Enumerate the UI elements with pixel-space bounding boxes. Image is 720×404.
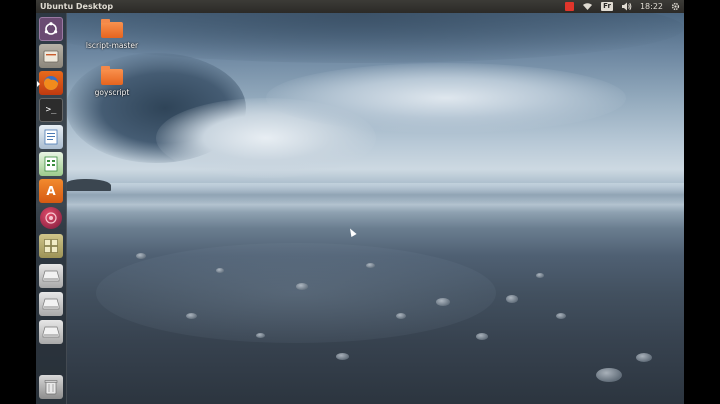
session-menu[interactable] [671, 0, 680, 13]
launcher-item-workspace-switcher[interactable] [39, 234, 63, 258]
keyboard-layout-label: Fr [601, 2, 613, 11]
drive-icon [42, 298, 60, 310]
help-icon [45, 212, 57, 224]
launcher-item-writer[interactable] [39, 125, 63, 149]
pebble [396, 313, 406, 319]
system-tray: Fr 18:22 [565, 0, 680, 13]
desktop-icon-label: lscript-master [85, 41, 139, 50]
launcher-item-drive-1[interactable] [39, 264, 63, 288]
gear-icon [671, 2, 680, 11]
terminal-icon: >_ [45, 105, 57, 115]
network-indicator[interactable] [582, 0, 593, 13]
launcher-item-calc[interactable] [39, 152, 63, 176]
desktop-icon-lscript-master[interactable]: lscript-master [80, 19, 144, 50]
pebble [596, 368, 622, 382]
clock-label: 18:22 [639, 2, 663, 11]
right-letterbox [684, 0, 720, 404]
folder-icon [101, 19, 123, 38]
pebble [366, 263, 375, 268]
pebble [556, 313, 566, 319]
window-title: Ubuntu Desktop [40, 2, 114, 11]
drive-icon [42, 270, 60, 282]
pebble [256, 333, 265, 338]
trash-icon [44, 380, 58, 395]
pebble [536, 273, 544, 278]
launcher-item-software-center[interactable]: A [39, 179, 63, 203]
pebble [186, 313, 197, 319]
running-indicator [37, 81, 40, 87]
speaker-icon [621, 2, 632, 11]
sea-horizon [36, 183, 684, 203]
keyboard-layout-indicator[interactable]: Fr [601, 0, 613, 13]
cloud [266, 63, 626, 133]
pebble [506, 295, 518, 303]
red-indicator-icon [565, 2, 575, 11]
calc-icon [44, 156, 58, 172]
clock-indicator[interactable]: 18:22 [640, 0, 663, 13]
left-letterbox [0, 0, 36, 404]
rock-headland [66, 179, 111, 191]
pebble [636, 353, 652, 362]
writer-icon [44, 129, 58, 145]
sound-indicator[interactable] [621, 0, 632, 13]
pebble [436, 298, 450, 306]
launcher-item-terminal[interactable]: >_ [39, 98, 63, 122]
pebble [476, 333, 488, 340]
software-center-icon: A [46, 184, 56, 198]
launcher-item-trash[interactable] [39, 375, 63, 399]
desktop-background[interactable]: lscript-master goyscript [36, 13, 684, 404]
unity-launcher: >_ A [36, 13, 67, 404]
drive-icon [42, 326, 60, 338]
desktop-icon-goyscript[interactable]: goyscript [80, 66, 144, 97]
pebble [216, 268, 224, 273]
notification-indicator[interactable] [565, 0, 575, 13]
launcher-item-dash[interactable] [39, 17, 63, 41]
launcher-item-drive-2[interactable] [39, 292, 63, 316]
pebble [136, 253, 146, 259]
launcher-item-help[interactable] [40, 207, 62, 229]
folder-icon [101, 66, 123, 85]
launcher-item-drive-3[interactable] [39, 320, 63, 344]
wet-sand-reflection [96, 243, 496, 343]
firefox-icon [44, 76, 58, 90]
launcher-item-firefox[interactable] [37, 71, 63, 95]
pebble [296, 283, 308, 290]
desktop-icon-label: goyscript [94, 88, 130, 97]
wifi-icon [583, 3, 593, 11]
ubuntu-dash-icon [44, 22, 58, 35]
pebble [336, 353, 349, 360]
top-panel: Ubuntu Desktop Fr 18:22 [36, 0, 684, 13]
workspace-switcher-icon [44, 239, 58, 253]
launcher-item-files[interactable] [39, 44, 63, 68]
files-icon [43, 50, 59, 63]
